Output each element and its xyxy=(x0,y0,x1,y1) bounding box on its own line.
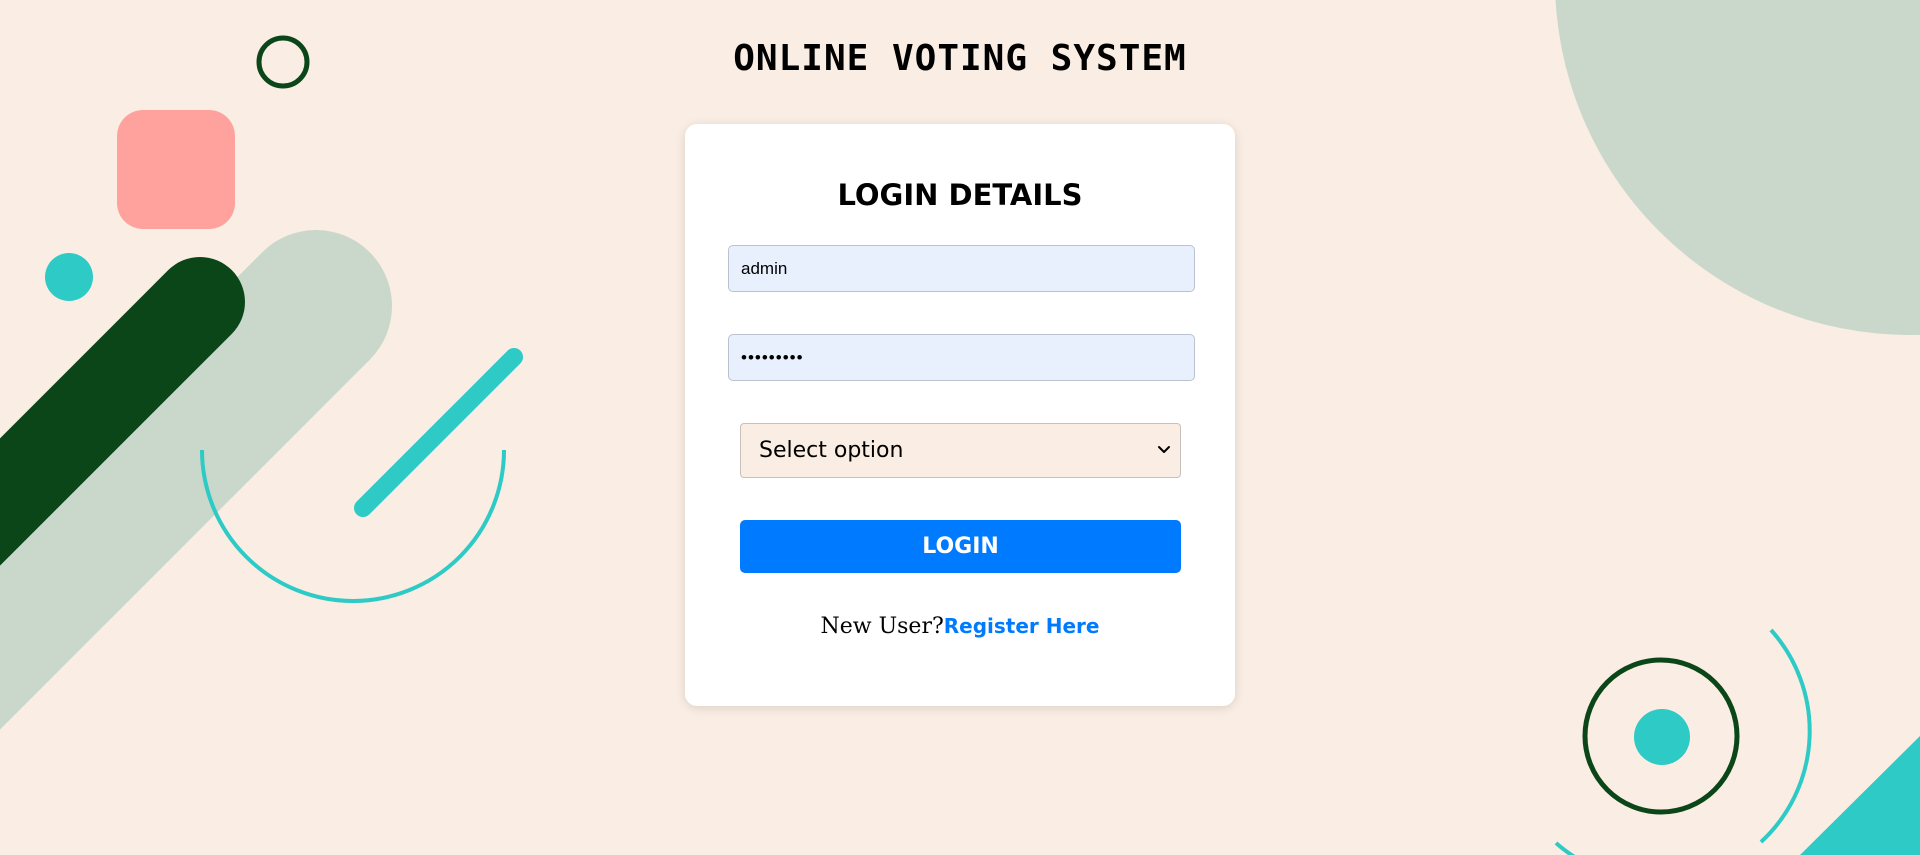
decor-corner-triangle xyxy=(1800,736,1920,855)
password-input[interactable] xyxy=(728,334,1195,381)
register-prompt: New User?Register Here xyxy=(685,614,1235,639)
decor-teal-outer-arc xyxy=(1759,628,1812,844)
decor-coral-square xyxy=(117,110,235,229)
new-user-text: New User? xyxy=(820,614,944,639)
login-card-title: LOGIN DETAILS xyxy=(837,178,1083,212)
chevron-down-icon xyxy=(1158,446,1170,453)
role-select[interactable]: Select option xyxy=(740,423,1181,478)
decor-teal-diagonal-line xyxy=(354,348,523,517)
decor-target-center xyxy=(1634,709,1690,765)
username-input[interactable] xyxy=(728,245,1195,292)
login-button[interactable]: LOGIN xyxy=(740,520,1181,573)
role-select-value: Select option xyxy=(759,438,904,463)
page-title: ONLINE VOTING SYSTEM xyxy=(733,38,1187,79)
register-link[interactable]: Register Here xyxy=(944,614,1100,638)
decor-teal-outer-arc-lower xyxy=(1554,841,1576,855)
login-card: LOGIN DETAILS Select option LOGIN New Us… xyxy=(685,124,1235,706)
decor-teal-dot xyxy=(45,253,93,301)
